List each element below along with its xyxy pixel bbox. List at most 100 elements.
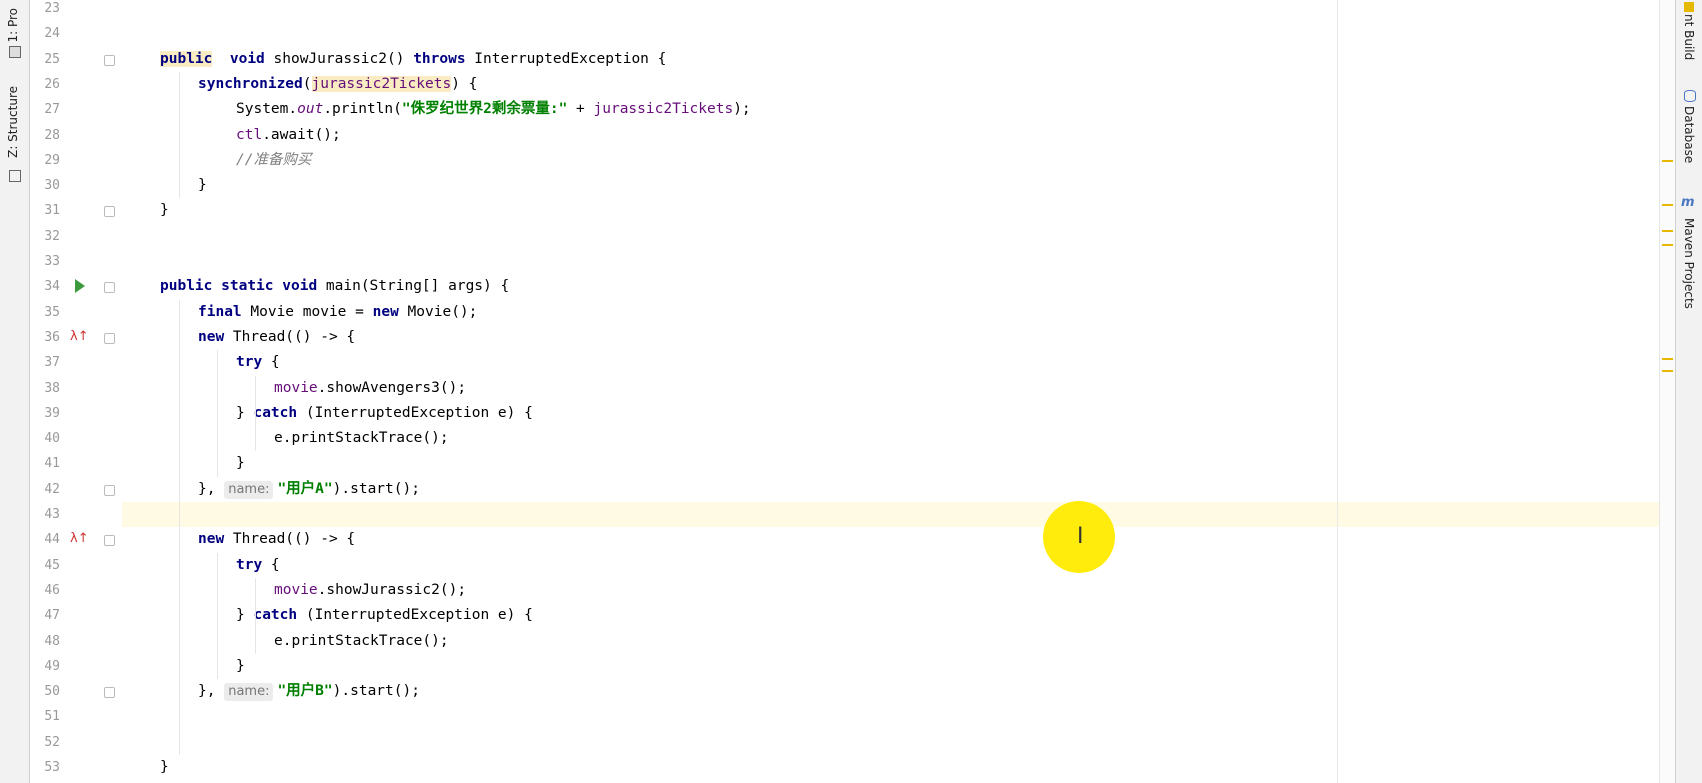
- code-token: showJurassic2(): [264, 50, 414, 67]
- code-token: new: [198, 328, 225, 345]
- text-cursor-icon: I: [1077, 524, 1084, 549]
- code-token: try: [236, 556, 263, 573]
- maven-icon: m: [1681, 195, 1695, 210]
- code-token: },: [198, 480, 225, 497]
- code-token: catch: [253, 404, 298, 421]
- line-number: 37: [44, 355, 60, 371]
- line-number: 46: [44, 582, 60, 598]
- tab-database[interactable]: Database: [1682, 106, 1696, 163]
- code-line: } catch (InterruptedException e) {: [236, 603, 533, 628]
- line-number: 24: [44, 26, 60, 42]
- stripe-mark[interactable]: [1662, 370, 1673, 372]
- code-token: public: [160, 50, 213, 67]
- implements-method-icon[interactable]: λ↑: [70, 329, 89, 344]
- code-line: } catch (InterruptedException e) {: [236, 401, 533, 426]
- line-number: 27: [44, 102, 60, 118]
- code-token: .println(: [323, 101, 402, 118]
- line-number: 32: [44, 228, 60, 244]
- line-number: 51: [44, 709, 60, 725]
- code-token: movie: [274, 379, 318, 396]
- code-line: public void showJurassic2() throws Inter…: [160, 47, 666, 72]
- tab-ant-build[interactable]: nt Build: [1682, 14, 1696, 60]
- implements-method-icon[interactable]: λ↑: [70, 531, 89, 546]
- line-number: 25: [44, 51, 60, 67]
- code-token: ctl: [236, 126, 263, 143]
- code-token: },: [198, 683, 225, 700]
- code-token: throws: [413, 50, 466, 67]
- code-line: public static void main(String[] args) {: [160, 274, 509, 299]
- stripe-mark[interactable]: [1662, 204, 1673, 206]
- fold-marker-icon[interactable]: [104, 206, 115, 218]
- code-token: out: [297, 101, 324, 118]
- fold-marker-icon[interactable]: [104, 282, 115, 294]
- stripe-mark[interactable]: [1662, 358, 1673, 360]
- indent-guide: [255, 375, 256, 452]
- database-icon: [1684, 90, 1696, 102]
- code-token: new: [372, 303, 399, 320]
- run-icon[interactable]: [75, 279, 85, 294]
- code-token: new: [198, 531, 225, 548]
- stripe-mark[interactable]: [1662, 230, 1673, 232]
- indent-guide: [179, 71, 180, 199]
- code-token: "用户A": [277, 480, 333, 497]
- line-number: 34: [44, 279, 60, 295]
- code-token: //准备购买: [236, 151, 312, 168]
- code-line: System.out.println("侏罗纪世界2剩余票量:" + juras…: [236, 97, 751, 122]
- line-number: 43: [44, 507, 60, 522]
- code-token: ).start();: [332, 480, 420, 497]
- code-line: new Thread(() -> {: [198, 527, 355, 552]
- code-line: try {: [236, 553, 280, 578]
- code-line: synchronized(jurassic2Tickets) {: [198, 72, 477, 97]
- code-token: void: [229, 50, 265, 67]
- ant-icon: [1684, 2, 1694, 12]
- code-token: (InterruptedException e) {: [297, 404, 533, 421]
- fold-marker-icon[interactable]: [104, 535, 115, 547]
- tab-maven-projects[interactable]: Maven Projects: [1682, 218, 1696, 309]
- code-token: System.: [236, 101, 298, 118]
- tab-project[interactable]: 1: Pro: [6, 8, 20, 43]
- tab-structure[interactable]: Z: Structure: [6, 86, 20, 158]
- code-token: }: [160, 202, 169, 219]
- line-number: 50: [44, 684, 60, 700]
- fold-marker-icon[interactable]: [104, 54, 115, 66]
- code-line: //准备购买: [236, 148, 311, 173]
- folder-icon: [9, 46, 21, 58]
- code-token: static: [221, 278, 274, 295]
- code-line: new Thread(() -> {: [198, 325, 355, 350]
- line-number: 35: [44, 304, 60, 320]
- line-number: 52: [44, 734, 60, 750]
- code-token: jurassic2Tickets: [593, 101, 734, 118]
- error-stripe[interactable]: [1659, 0, 1676, 783]
- code-token: {: [262, 556, 280, 573]
- code-token: final: [198, 303, 242, 320]
- line-number: 31: [44, 203, 60, 219]
- parameter-hint: name:: [224, 480, 274, 499]
- fold-marker-icon[interactable]: [104, 687, 115, 699]
- code-token: movie: [274, 581, 318, 598]
- code-token: .showAvengers3();: [317, 379, 467, 396]
- line-number: 38: [44, 380, 60, 396]
- code-line: }: [160, 198, 169, 223]
- code-token: +: [567, 101, 594, 118]
- fold-marker-icon[interactable]: [104, 484, 115, 496]
- code-token: Thread(() -> {: [224, 328, 356, 345]
- code-line: }, name: "用户A").start();: [198, 477, 420, 502]
- line-number: 23: [44, 1, 60, 16]
- fold-marker-icon[interactable]: [104, 332, 115, 344]
- stripe-mark[interactable]: [1662, 244, 1673, 246]
- code-token: try: [236, 354, 263, 371]
- code-token: catch: [253, 607, 298, 624]
- line-number: 44: [44, 532, 60, 548]
- code-token: ).start();: [332, 683, 420, 700]
- stripe-mark[interactable]: [1662, 160, 1673, 162]
- line-number: 47: [44, 608, 60, 624]
- line-number: 45: [44, 557, 60, 573]
- code-token: "侏罗纪世界2剩余票量:": [401, 101, 568, 118]
- code-token: }: [236, 404, 254, 421]
- code-token: .await();: [262, 126, 341, 143]
- code-line: final Movie movie = new Movie();: [198, 300, 477, 325]
- code-editor[interactable]: public void showJurassic2() throws Inter…: [122, 0, 1675, 783]
- code-line: }: [236, 451, 245, 476]
- code-token: void: [282, 278, 318, 295]
